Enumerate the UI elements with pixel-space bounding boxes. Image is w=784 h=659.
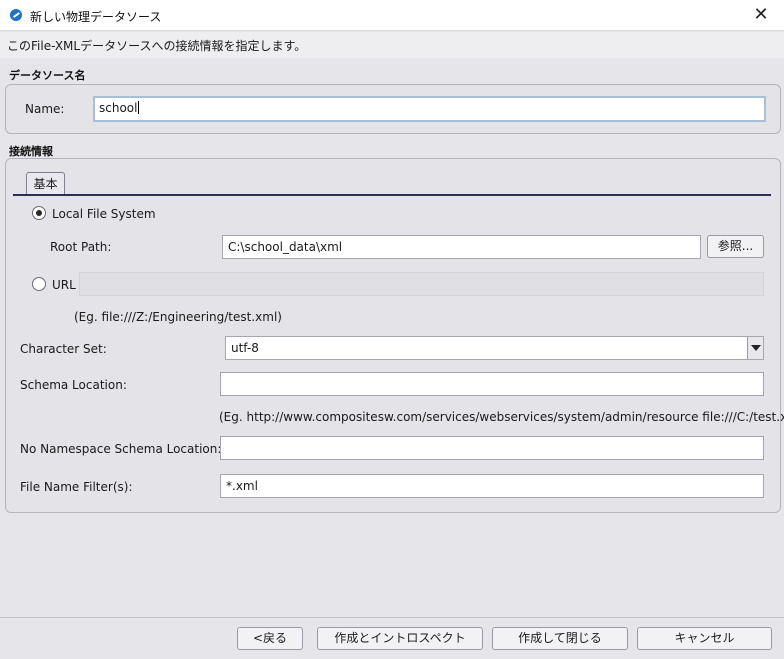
back-button[interactable]: <戻る: [237, 627, 303, 650]
create-and-close-button[interactable]: 作成して閉じる: [492, 627, 628, 650]
name-label: Name:: [25, 102, 65, 116]
cancel-button[interactable]: キャンセル: [637, 627, 772, 650]
tab-basic[interactable]: 基本: [26, 172, 65, 195]
url-radio[interactable]: [32, 277, 46, 291]
datasource-name-group: Name: school: [5, 84, 781, 134]
connection-section-title: 接続情報: [9, 145, 53, 158]
browse-button[interactable]: 参照...: [707, 235, 764, 258]
text-caret: [138, 101, 140, 114]
name-input-value: school: [99, 101, 138, 115]
url-example-text: (Eg. file:///Z:/Engineering/test.xml): [74, 310, 282, 324]
window-title: 新しい物理データソース: [30, 10, 162, 24]
character-set-value: utf-8: [231, 341, 259, 355]
file-name-filter-label: File Name Filter(s):: [20, 480, 133, 494]
root-path-label: Root Path:: [50, 240, 112, 254]
tab-underline: [13, 194, 771, 196]
url-label[interactable]: URL: [52, 278, 76, 292]
url-input[interactable]: [79, 272, 764, 296]
root-path-input[interactable]: C:\school_data\xml: [222, 235, 701, 259]
close-icon[interactable]: ✕: [738, 0, 784, 31]
name-input[interactable]: school: [93, 96, 766, 122]
no-namespace-schema-location-input[interactable]: [220, 436, 764, 460]
local-file-system-radio[interactable]: [32, 206, 46, 220]
local-file-system-label[interactable]: Local File System: [52, 207, 156, 221]
character-set-label: Character Set:: [20, 342, 107, 356]
footer-divider: [0, 617, 784, 618]
chevron-down-icon[interactable]: [747, 337, 763, 359]
description-band: このFile-XMLデータソースへの接続情報を指定します。: [0, 32, 784, 58]
schema-location-label: Schema Location:: [20, 378, 127, 392]
schema-location-input[interactable]: [220, 372, 764, 396]
description-text: このFile-XMLデータソースへの接続情報を指定します。: [7, 39, 307, 53]
app-icon: [10, 9, 22, 21]
character-set-select[interactable]: utf-8: [225, 336, 764, 360]
create-and-introspect-button[interactable]: 作成とイントロスペクト: [317, 627, 483, 650]
schema-location-example-text: (Eg. http://www.compositesw.com/services…: [219, 410, 784, 424]
no-namespace-schema-location-label: No Namespace Schema Location:: [20, 442, 222, 456]
file-name-filter-input[interactable]: *.xml: [220, 474, 764, 498]
title-bar: 新しい物理データソース ✕: [0, 0, 784, 31]
datasource-name-section-title: データソース名: [9, 69, 86, 82]
